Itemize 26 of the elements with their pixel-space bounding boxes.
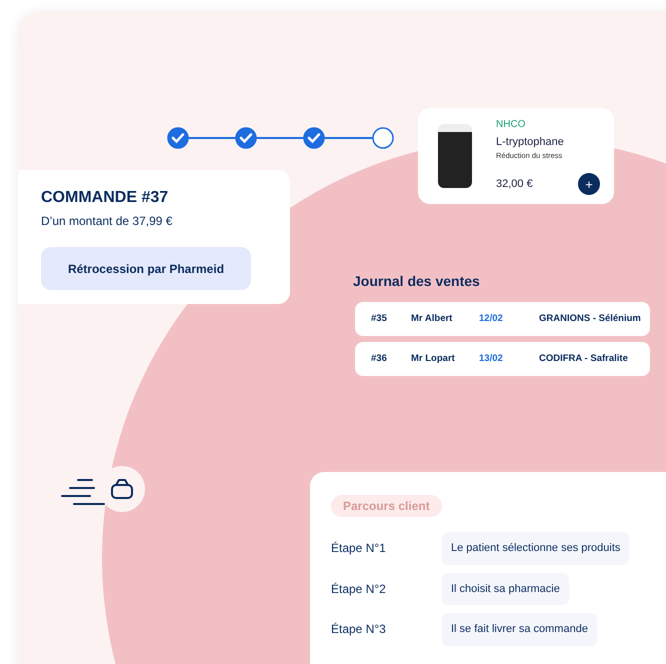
customer-name: Mr Albert [410, 312, 454, 326]
step-label: Étape N°2 [331, 580, 387, 598]
sale-number: #36 [370, 352, 388, 366]
basket-icon [110, 476, 134, 500]
journey-badge: Parcours client [331, 495, 442, 517]
sale-date: 13/02 [478, 352, 504, 366]
step-description: Il choisit sa pharmacie [442, 572, 569, 605]
step-label: Étape N°1 [331, 540, 387, 558]
product-name: L-tryptophane [496, 134, 565, 150]
brand-name: NHCO [496, 118, 526, 132]
step-description: Il se fait livrer sa commande [442, 613, 597, 646]
product-bottle-drawing [438, 124, 472, 188]
product-price: 32,00 € [496, 177, 533, 192]
speed-lines-icon [60, 478, 108, 506]
step-label: Étape N°3 [331, 621, 387, 638]
retrocession-button[interactable]: Rétrocession par Pharmeid [41, 247, 251, 290]
order-amount: D’un montant de 37,99 € [41, 213, 174, 230]
sales-journal-title: Journal des ventes [353, 272, 480, 291]
order-title: COMMANDE #37 [41, 188, 170, 208]
customer-name: Mr Lopart [410, 352, 456, 366]
sale-number: #35 [370, 312, 388, 326]
add-button[interactable]: + [578, 173, 600, 196]
product-name: GRANIONS - Sélénium [538, 312, 641, 326]
step-description: Le patient sélectionne ses produits [442, 532, 630, 564]
sale-date: 12/02 [478, 312, 504, 326]
product-name: CODIFRA - Safralite [538, 352, 628, 366]
